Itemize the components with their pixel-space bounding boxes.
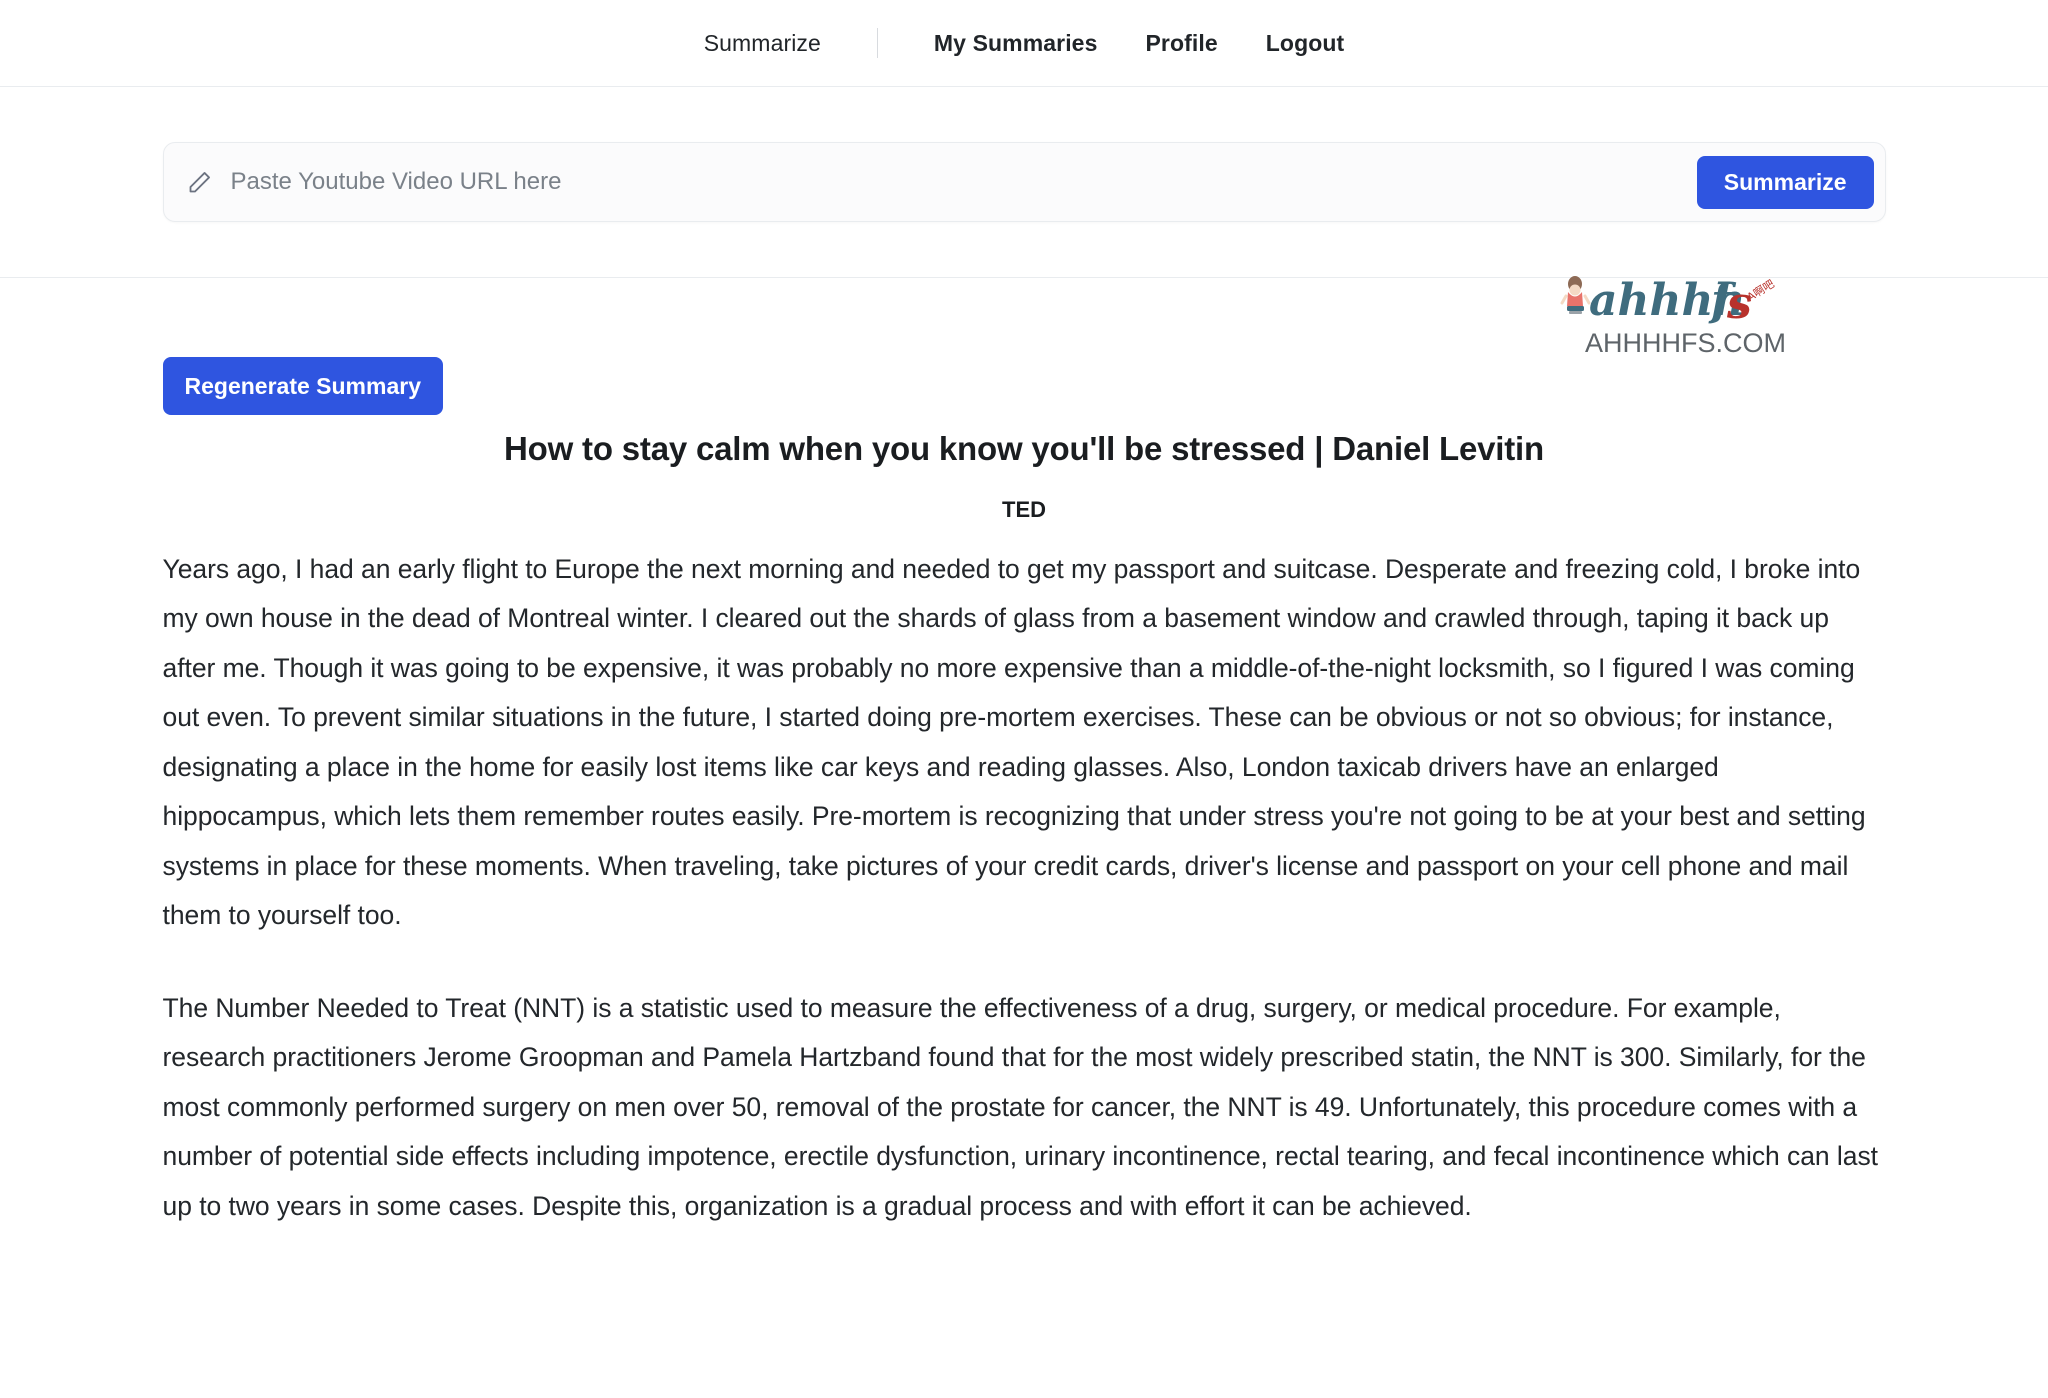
nav-link-summarize[interactable]: Summarize — [680, 30, 845, 57]
summarize-button[interactable]: Summarize — [1696, 155, 1874, 209]
watermark-domain: AHHHHFS.COM — [1585, 328, 1786, 358]
summary-content-inner: Regenerate Summary ahhhh f s A啊吧 AHHHHFS… — [162, 275, 1886, 1231]
nav-link-profile[interactable]: Profile — [1121, 30, 1241, 57]
regenerate-summary-button[interactable]: Regenerate Summary — [162, 357, 443, 415]
youtube-url-input[interactable] — [230, 143, 1683, 221]
nav-link-my-summaries[interactable]: My Summaries — [910, 30, 1122, 57]
svg-text:A啊吧: A啊吧 — [1744, 277, 1776, 304]
summary-paragraph: Years ago, I had an early flight to Euro… — [162, 553, 1866, 931]
top-navigation-bar: Summarize My Summaries Profile Logout — [0, 0, 2048, 87]
ahhhhfs-watermark: ahhhh f s A啊吧 AHHHHFS.COM — [1559, 270, 1804, 362]
watermark-wordmark: ahhhh — [1589, 275, 1745, 326]
summary-paragraph: The Number Needed to Treat (NNT) is a st… — [162, 992, 1879, 1221]
pencil-icon — [186, 169, 213, 196]
summary-content-area: Regenerate Summary ahhhh f s A啊吧 AHHHHFS… — [0, 275, 2048, 1231]
mascot-figure — [1560, 276, 1590, 314]
video-title: How to stay calm when you know you'll be… — [504, 430, 1544, 467]
svg-text:s: s — [1726, 278, 1752, 329]
nav-link-logout[interactable]: Logout — [1242, 30, 1369, 57]
nav-divider — [876, 28, 878, 58]
url-input-section: Summarize — [0, 87, 2048, 278]
nav-links-group: Summarize My Summaries Profile Logout — [680, 28, 1369, 58]
url-input-card: Summarize — [162, 142, 1886, 222]
video-channel: TED — [1002, 496, 1046, 522]
watermark-badge: A啊吧 — [1744, 277, 1776, 304]
svg-text:f: f — [1708, 275, 1737, 326]
